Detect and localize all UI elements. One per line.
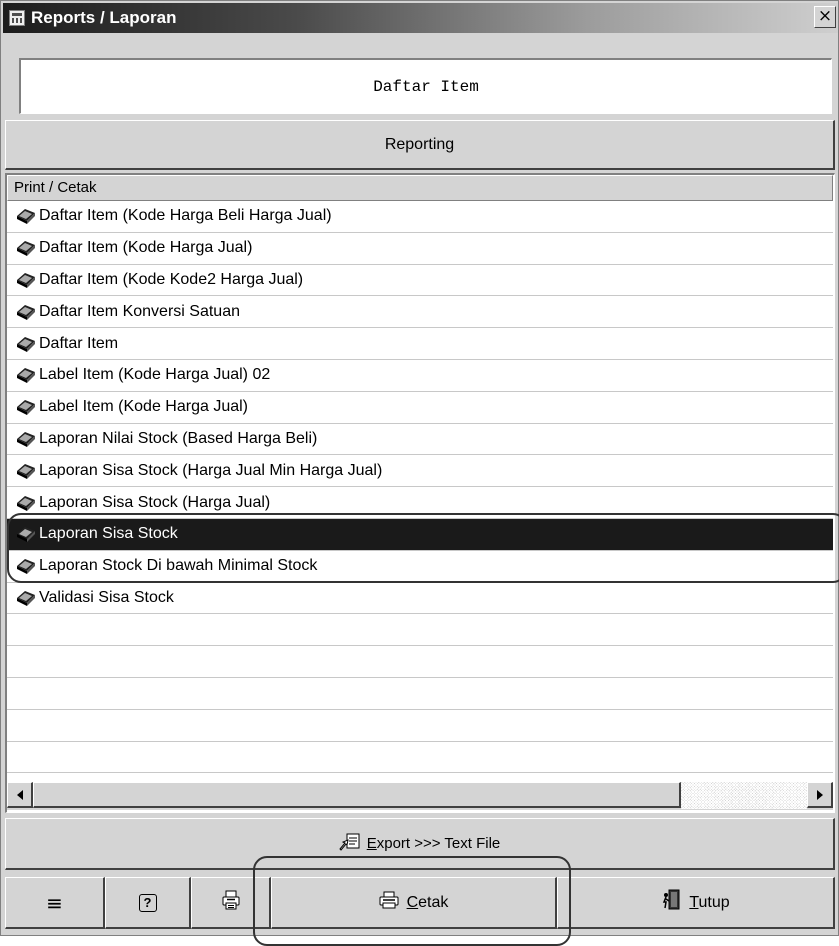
- list-item[interactable]: Validasi Sisa Stock: [7, 583, 833, 615]
- list-item[interactable]: Daftar Item Konversi Satuan: [7, 296, 833, 329]
- tutup-label: Tutup: [689, 893, 730, 911]
- reporting-button[interactable]: Reporting: [5, 120, 835, 170]
- report-book-icon: [15, 335, 37, 353]
- list-item[interactable]: Daftar Item (Kode Harga Jual): [7, 233, 833, 265]
- list-item-label: Label Item (Kode Harga Jual) 02: [39, 366, 271, 384]
- help-button[interactable]: ?: [105, 877, 191, 929]
- arrow-left-icon: [16, 789, 23, 800]
- report-book-icon: [15, 271, 37, 289]
- window-title: Reports / Laporan: [31, 8, 177, 27]
- list-item-label: Daftar Item (Kode Harga Beli Harga Jual): [39, 207, 332, 225]
- list-item[interactable]: Label Item (Kode Harga Jual): [7, 392, 833, 424]
- reports-window: Reports / Laporan × Daftar Item Reportin…: [0, 0, 839, 946]
- tutup-close-button[interactable]: Tutup: [557, 877, 835, 929]
- report-book-icon: [15, 398, 37, 416]
- empty-list-row[interactable]: [7, 614, 833, 647]
- scroll-right-button[interactable]: [807, 782, 833, 808]
- report-book-icon: [15, 430, 37, 448]
- printer-setup-icon: [221, 890, 241, 915]
- title-bar[interactable]: Reports / Laporan ×: [3, 3, 838, 33]
- list-item[interactable]: Laporan Sisa Stock (Harga Jual Min Harga…: [7, 455, 833, 488]
- report-book-icon: [15, 239, 37, 257]
- help-icon: ?: [138, 893, 157, 912]
- report-category-title: Daftar Item: [19, 58, 832, 114]
- list-item[interactable]: Laporan Nilai Stock (Based Harga Beli): [7, 424, 833, 456]
- empty-list-row[interactable]: [7, 710, 833, 742]
- report-book-icon: [15, 462, 37, 480]
- report-book-icon: [15, 589, 37, 607]
- empty-list-row[interactable]: [7, 646, 833, 678]
- report-list-rows: Daftar Item (Kode Harga Beli Harga Jual)…: [7, 201, 833, 784]
- list-item-label: Validasi Sisa Stock: [39, 588, 174, 606]
- scroll-track[interactable]: [681, 782, 807, 809]
- exit-door-icon: [661, 889, 681, 916]
- report-book-icon: [15, 303, 37, 321]
- menu-lines-icon: ≡: [46, 890, 63, 915]
- list-item-label: Laporan Nilai Stock (Based Harga Beli): [39, 429, 318, 447]
- list-item-label: Daftar Item: [39, 334, 119, 352]
- report-list: Print / Cetak Daftar Item (Kode Harga Be…: [5, 173, 835, 813]
- selected-row-highlight: [7, 513, 839, 583]
- menu-button[interactable]: ≡: [5, 877, 105, 929]
- report-book-icon: [15, 494, 37, 512]
- cetak-button-highlight: [253, 856, 571, 946]
- close-button[interactable]: ×: [814, 6, 836, 28]
- report-book-icon: [15, 207, 37, 225]
- export-label: Export >>> Text File: [366, 835, 501, 852]
- list-header-print-cetak[interactable]: Print / Cetak: [7, 175, 833, 201]
- report-book-icon: [15, 366, 37, 384]
- empty-list-row[interactable]: [7, 678, 833, 710]
- arrow-right-icon: [816, 789, 823, 800]
- list-item[interactable]: Daftar Item (Kode Harga Beli Harga Jual): [7, 201, 833, 233]
- empty-list-row[interactable]: [7, 742, 833, 774]
- list-item[interactable]: Daftar Item (Kode Kode2 Harga Jual): [7, 265, 833, 297]
- export-icon: [339, 833, 361, 855]
- list-item-label: Laporan Sisa Stock (Harga Jual Min Harga…: [39, 461, 383, 479]
- list-item[interactable]: Daftar Item: [7, 328, 833, 360]
- list-item-label: Daftar Item Konversi Satuan: [39, 302, 240, 320]
- scroll-left-button[interactable]: [7, 782, 33, 808]
- horizontal-scrollbar[interactable]: [7, 782, 833, 810]
- scroll-thumb[interactable]: [33, 782, 681, 808]
- list-item-label: Label Item (Kode Harga Jual): [39, 398, 248, 416]
- list-item[interactable]: Label Item (Kode Harga Jual) 02: [7, 360, 833, 392]
- report-window-icon: [9, 10, 25, 26]
- list-item-label: Daftar Item (Kode Harga Jual): [39, 239, 253, 257]
- list-item-label: Laporan Sisa Stock (Harga Jual): [39, 493, 271, 511]
- list-item-label: Daftar Item (Kode Kode2 Harga Jual): [39, 270, 304, 288]
